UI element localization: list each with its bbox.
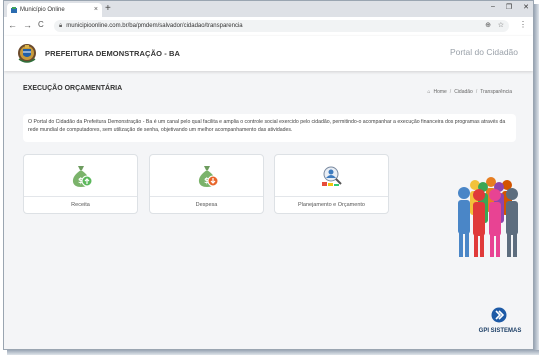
- browser-toolbar: ← → C 🔒︎ municipioonline.com.br/ba/pmdem…: [4, 17, 533, 37]
- breadcrumb-separator: /: [475, 89, 478, 95]
- forward-button[interactable]: →: [23, 20, 32, 30]
- breadcrumb: ⌂ Home / Cidadão / Transparência: [427, 89, 512, 95]
- portal-title: Portal do Cidadão: [449, 47, 518, 57]
- money-bag-down-icon: $: [198, 165, 218, 187]
- home-icon: ⌂: [427, 89, 431, 95]
- gpi-brand-text: GPI SISTEMAS: [478, 328, 522, 334]
- breadcrumb-cidadao[interactable]: Cidadão: [454, 89, 473, 95]
- people-illustration: [458, 177, 518, 257]
- card-planejamento[interactable]: Planejamento e Orçamento: [274, 154, 389, 214]
- close-window-button[interactable]: ✕: [523, 3, 529, 11]
- tab-bar: Município Online × + – ❐ ✕: [4, 1, 533, 17]
- gpi-logo-icon: [491, 307, 507, 323]
- minimize-button[interactable]: –: [491, 3, 495, 11]
- reload-button[interactable]: C: [38, 20, 44, 29]
- municipal-crest-icon[interactable]: [17, 42, 37, 64]
- window-shadow: [534, 4, 539, 354]
- window-controls: – ❐ ✕: [491, 3, 529, 11]
- breadcrumb-separator: /: [449, 89, 452, 95]
- breadcrumb-home[interactable]: Home: [433, 89, 446, 95]
- browser-window: Município Online × + – ❐ ✕ ← → C 🔒︎ muni…: [3, 0, 534, 350]
- site-name[interactable]: PREFEITURA DEMONSTRAÇÃO - BA: [45, 49, 180, 58]
- favicon-icon: [11, 7, 17, 13]
- address-bar[interactable]: 🔒︎ municipioonline.com.br/ba/pmdem/salva…: [54, 20, 509, 32]
- card-label: Despesa: [195, 202, 218, 208]
- maximize-button[interactable]: ❐: [506, 3, 512, 11]
- card-despesa[interactable]: $ Despesa: [149, 154, 264, 214]
- gpi-logo[interactable]: GPI SISTEMAS: [472, 307, 528, 343]
- description-panel: O Portal do Cidadão da Prefeitura Demons…: [23, 114, 516, 142]
- back-button[interactable]: ←: [8, 20, 17, 30]
- page-title: EXECUÇÃO ORÇAMENTÁRIA: [23, 85, 123, 92]
- lock-icon: 🔒︎: [59, 22, 63, 29]
- card-label: Receita: [71, 202, 90, 208]
- browser-menu-icon[interactable]: ⋮: [519, 20, 527, 29]
- tab-close-icon[interactable]: ×: [94, 6, 98, 13]
- money-bag-up-icon: $: [72, 165, 92, 187]
- card-label: Planejamento e Orçamento: [298, 202, 365, 208]
- site-header: PREFEITURA DEMONSTRAÇÃO - BA Portal do C…: [4, 36, 533, 71]
- new-tab-button[interactable]: +: [105, 3, 111, 15]
- description-text: O Portal do Cidadão da Prefeitura Demons…: [28, 119, 506, 133]
- tab-title: Município Online: [20, 7, 65, 13]
- bookmark-star-icon[interactable]: ☆: [498, 21, 504, 29]
- planning-icon: [321, 166, 342, 186]
- browser-tab[interactable]: Município Online ×: [7, 3, 102, 17]
- window-shadow: [7, 350, 539, 355]
- breadcrumb-transparencia: Transparência: [480, 89, 512, 95]
- url-text: municipioonline.com.br/ba/pmdem/salvador…: [66, 23, 243, 29]
- card-receita[interactable]: $ Receita: [23, 154, 138, 214]
- zoom-icon[interactable]: ⊕: [485, 21, 491, 29]
